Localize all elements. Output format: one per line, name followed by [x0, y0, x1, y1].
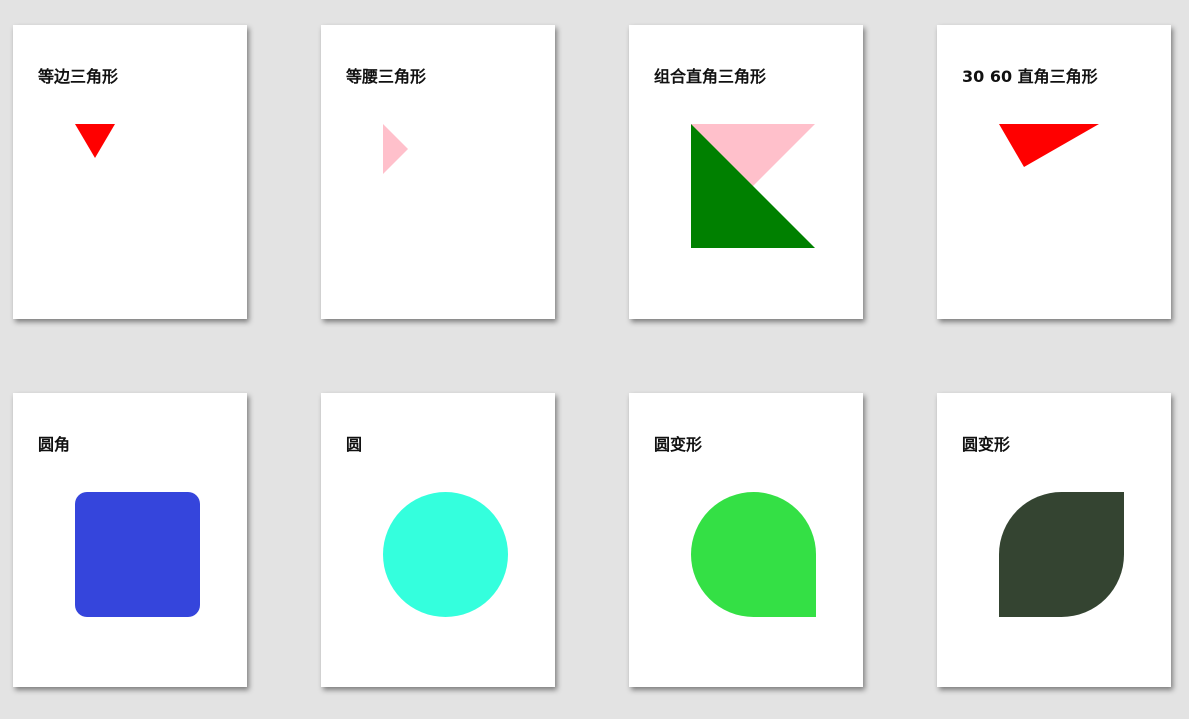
- circle-shape: [383, 492, 508, 617]
- isosceles-triangle-shape: [383, 124, 408, 174]
- rounded-square-shape: [75, 492, 200, 617]
- card-leaf: 圆变形: [937, 393, 1171, 687]
- card-title: 等边三角形: [38, 67, 119, 86]
- card-title: 圆变形: [654, 435, 703, 454]
- card-equilateral-triangle: 等边三角形: [13, 25, 247, 319]
- card-title: 圆: [346, 435, 363, 454]
- equilateral-triangle-shape: [75, 124, 115, 158]
- leaf-shape: [999, 492, 1124, 617]
- card-rounded-square: 圆角: [13, 393, 247, 687]
- card-title: 30 60 直角三角形: [962, 67, 1098, 86]
- card-title: 圆角: [38, 435, 71, 454]
- card-isosceles-triangle: 等腰三角形: [321, 25, 555, 319]
- teardrop-shape: [691, 492, 816, 617]
- combined-right-triangle-shape: [691, 124, 815, 248]
- card-teardrop: 圆变形: [629, 393, 863, 687]
- card-30-60-right-triangle: 30 60 直角三角形: [937, 25, 1171, 319]
- 30-60-right-triangle-shape: [999, 124, 1099, 167]
- card-circle: 圆: [321, 393, 555, 687]
- card-title: 等腰三角形: [346, 67, 427, 86]
- card-title: 圆变形: [962, 435, 1011, 454]
- card-combined-right-triangle: 组合直角三角形: [629, 25, 863, 319]
- card-title: 组合直角三角形: [654, 67, 767, 86]
